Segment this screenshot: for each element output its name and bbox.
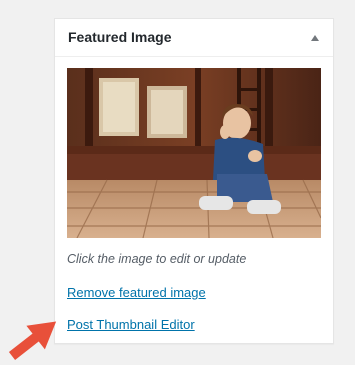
featured-image-thumbnail[interactable] <box>67 68 321 238</box>
post-thumbnail-editor-link[interactable]: Post Thumbnail Editor <box>67 317 195 332</box>
metabox-title: Featured Image <box>68 29 172 45</box>
remove-featured-image-link[interactable]: Remove featured image <box>67 285 206 300</box>
featured-image-metabox: Featured Image Click the image to edit o… <box>54 18 334 344</box>
featured-image-picture <box>67 68 321 238</box>
edit-hint-text: Click the image to edit or update <box>67 252 247 266</box>
collapse-toggle-button[interactable] <box>297 19 333 57</box>
metabox-header: Featured Image <box>55 19 333 57</box>
triangle-up-icon <box>311 35 319 41</box>
